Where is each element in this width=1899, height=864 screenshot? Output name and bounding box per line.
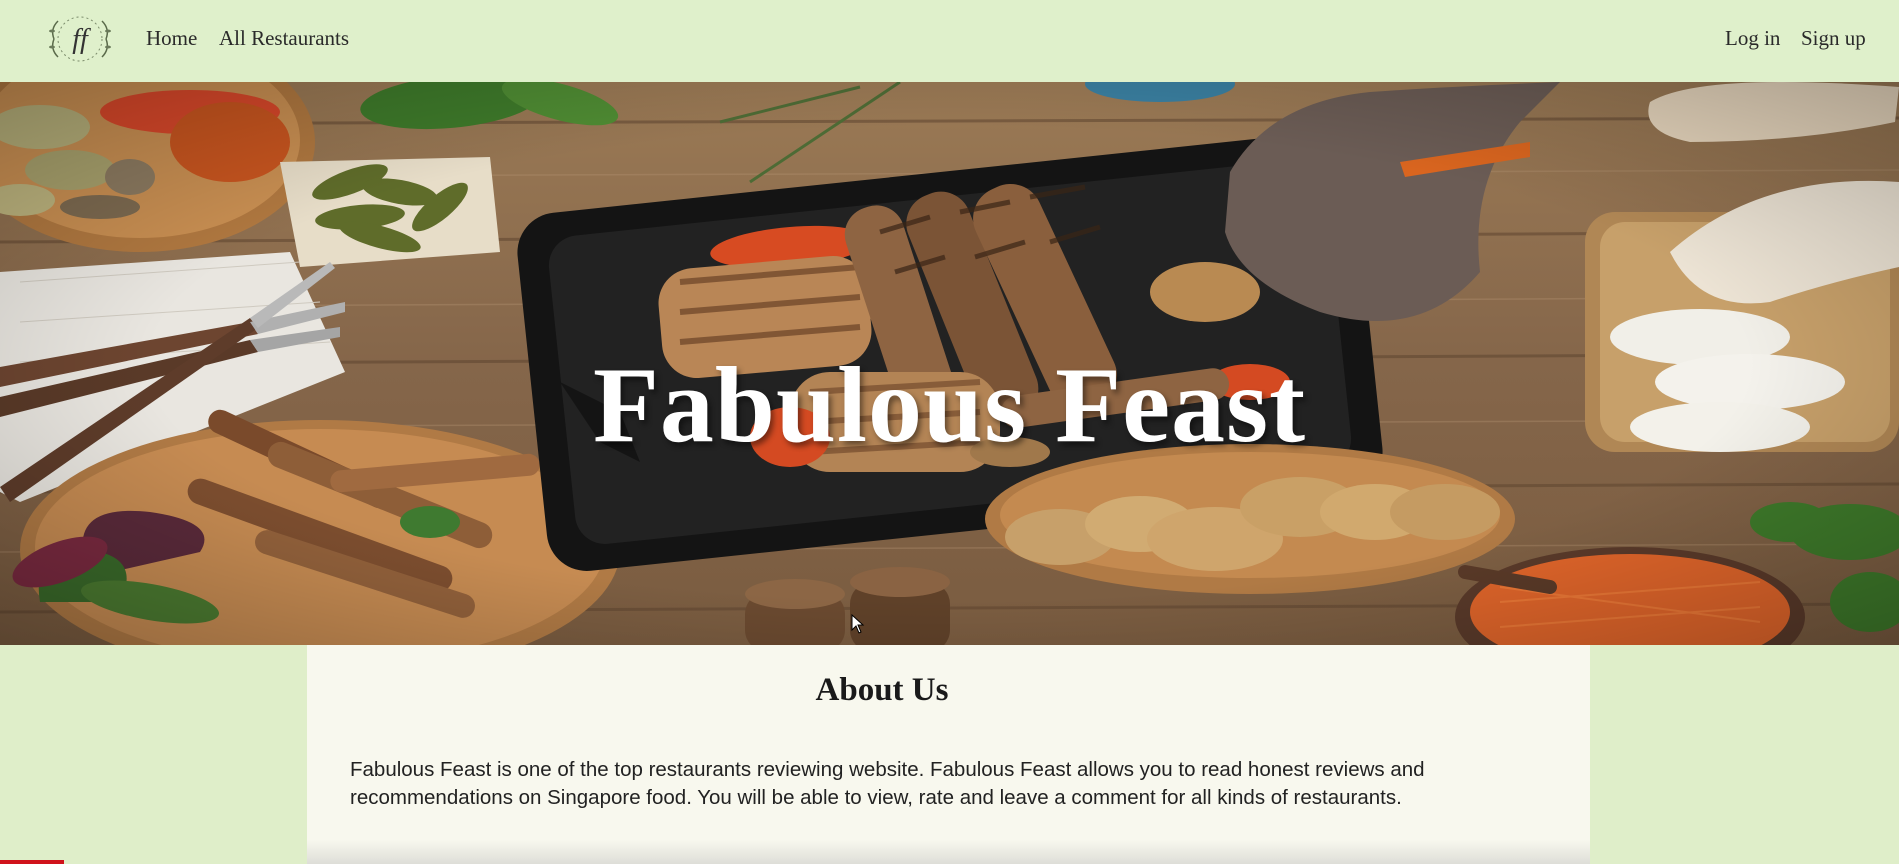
hero-banner: Fabulous Feast [0, 82, 1899, 645]
top-navbar: ff Home All Restaurants Log in Sign up [0, 0, 1899, 82]
nav-all-restaurants-link[interactable]: All Restaurants [219, 26, 349, 51]
logo-icon[interactable]: ff [40, 11, 120, 67]
about-us-heading: About Us [815, 672, 949, 708]
mouse-cursor-icon [851, 614, 865, 634]
about-us-line-1: Fabulous Feast is one of the top restaur… [350, 758, 1425, 781]
panel-bottom-shadow [307, 840, 1590, 864]
about-us-panel: About Us Fabulous Feast is one of the to… [307, 645, 1590, 864]
about-left-margin [0, 645, 307, 864]
hero-title: Fabulous Feast [592, 346, 1307, 465]
about-right-margin [1590, 645, 1899, 864]
nav-home-link[interactable]: Home [146, 26, 197, 51]
progress-marker [0, 860, 64, 864]
page: ff Home All Restaurants Log in Sign up F… [0, 0, 1899, 864]
about-us-text: Fabulous Feast is one of the top restaur… [350, 756, 1570, 812]
about-us-line-2: recommendations on Singapore food. You w… [350, 786, 1402, 809]
svg-text:ff: ff [72, 24, 91, 55]
nav-signup-link[interactable]: Sign up [1801, 26, 1866, 51]
nav-login-link[interactable]: Log in [1725, 26, 1780, 51]
